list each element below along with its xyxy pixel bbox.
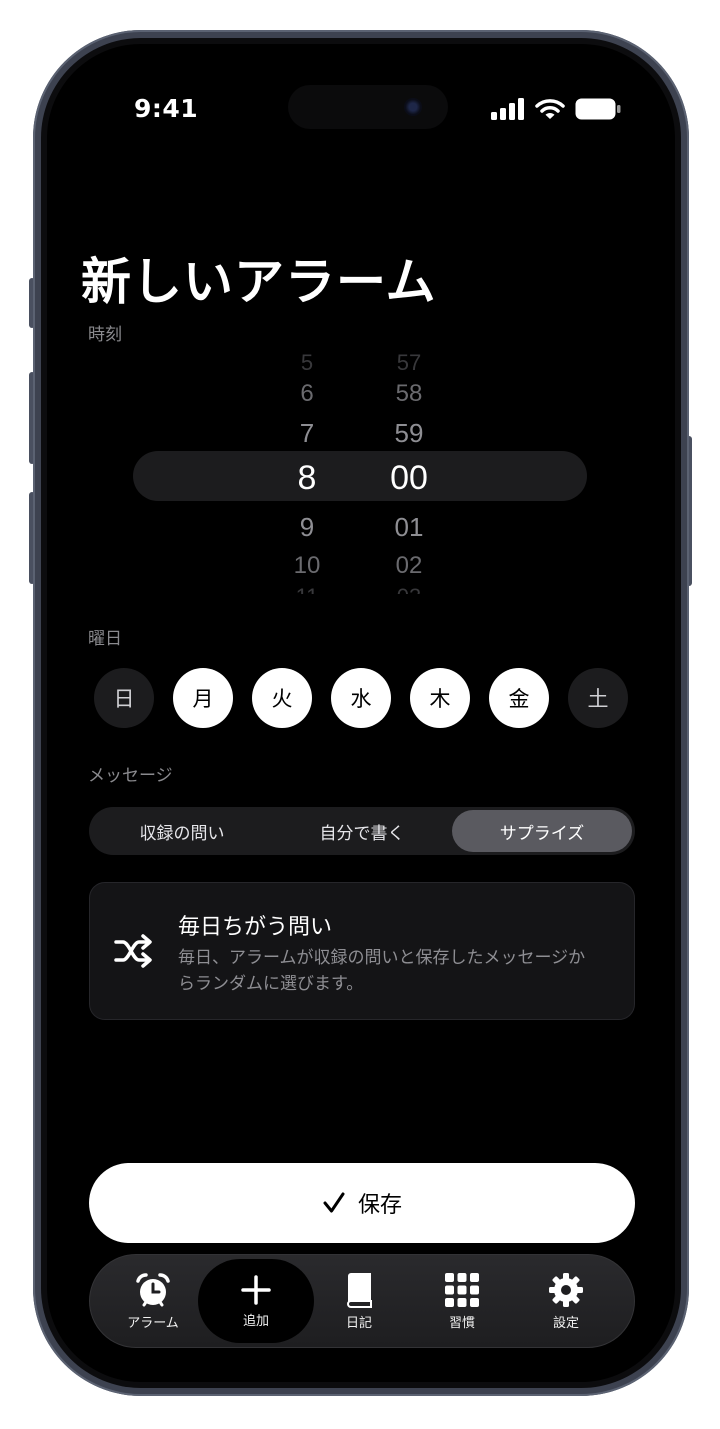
page-title: 新しいアラーム (81, 253, 437, 311)
hour-option[interactable]: 9 (257, 512, 357, 543)
hour-option[interactable]: 11 (257, 584, 357, 594)
status-time: 9:41 (134, 94, 199, 123)
minute-selected[interactable]: 00 (359, 459, 459, 498)
day-wednesday[interactable]: 水 (331, 668, 391, 728)
day-sunday[interactable]: 日 (94, 668, 154, 728)
minute-option[interactable]: 58 (359, 380, 459, 408)
info-card-title: 毎日ちがう問い (178, 915, 333, 940)
save-button[interactable]: 保存 (89, 1163, 635, 1243)
wifi-icon (535, 99, 565, 119)
hour-option[interactable]: 5 (257, 354, 357, 376)
book-icon (346, 1272, 372, 1308)
minute-wheel[interactable]: 57 58 59 00 01 02 03 (359, 354, 459, 594)
segment-write-own[interactable]: 自分で書く (272, 810, 452, 852)
tab-settings-label: 設定 (552, 1315, 579, 1331)
info-card: 毎日ちがう問い 毎日、アラームが収録の問いと保存したメッセージからランダムに選び… (89, 882, 635, 1020)
info-card-description: 毎日、アラームが収録の問いと保存したメッセージからランダムに選びます。 (178, 948, 586, 994)
dynamic-island (288, 85, 448, 129)
tab-habits-label: 習慣 (448, 1315, 475, 1331)
minute-option[interactable]: 02 (359, 552, 459, 580)
screen: 9:41 新しいアラーム 時刻 5 6 7 8 9 10 57 58 59 00… (47, 44, 675, 1382)
tab-alarm-label: アラーム (127, 1315, 179, 1331)
minute-option[interactable]: 03 (359, 584, 459, 594)
day-saturday[interactable]: 土 (568, 668, 628, 728)
hour-selected[interactable]: 8 (257, 459, 357, 498)
day-tuesday[interactable]: 火 (252, 668, 312, 728)
alarm-clock-icon (136, 1272, 170, 1306)
checkmark-icon (323, 1192, 345, 1213)
save-button-label: 保存 (357, 1193, 402, 1218)
camera-icon (404, 98, 422, 116)
battery-icon (575, 98, 621, 120)
segment-surprise[interactable]: サプライズ (452, 810, 632, 852)
day-monday[interactable]: 月 (173, 668, 233, 728)
message-section-label: メッセージ (88, 766, 173, 786)
cellular-signal-icon (491, 98, 524, 120)
phone-frame: 9:41 新しいアラーム 時刻 5 6 7 8 9 10 57 58 59 00… (33, 30, 689, 1396)
hour-option[interactable]: 7 (257, 418, 357, 449)
status-icons (491, 98, 621, 120)
tab-bar: アラーム 追加 日記 習慣 設定 (89, 1254, 635, 1348)
day-friday[interactable]: 金 (489, 668, 549, 728)
tab-settings[interactable]: 設定 (516, 1255, 616, 1347)
grid-icon (445, 1272, 479, 1307)
minute-option[interactable]: 59 (359, 418, 459, 449)
tab-diary[interactable]: 日記 (309, 1255, 409, 1347)
hour-option[interactable]: 10 (257, 552, 357, 580)
plus-icon (241, 1274, 271, 1305)
shuffle-icon (114, 934, 152, 968)
tab-habits[interactable]: 習慣 (412, 1255, 512, 1347)
tab-add-label: 追加 (242, 1313, 269, 1329)
weekday-selector: 日 月 火 水 木 金 土 (94, 668, 628, 728)
minute-option[interactable]: 57 (359, 354, 459, 376)
gear-icon (549, 1272, 583, 1307)
tab-diary-label: 日記 (345, 1315, 372, 1331)
hour-wheel[interactable]: 5 6 7 8 9 10 11 (257, 354, 357, 594)
hour-option[interactable]: 6 (257, 380, 357, 408)
message-source-segmented-control: 収録の問い 自分で書く サプライズ (89, 807, 635, 855)
tab-add[interactable]: 追加 (198, 1259, 314, 1343)
time-section-label: 時刻 (88, 325, 122, 345)
phone-bezel: 9:41 新しいアラーム 時刻 5 6 7 8 9 10 57 58 59 00… (41, 38, 681, 1388)
weekday-section-label: 曜日 (88, 629, 122, 649)
minute-option[interactable]: 01 (359, 512, 459, 543)
segment-recorded-questions[interactable]: 収録の問い (92, 810, 272, 852)
day-thursday[interactable]: 木 (410, 668, 470, 728)
tab-alarm[interactable]: アラーム (103, 1255, 203, 1347)
